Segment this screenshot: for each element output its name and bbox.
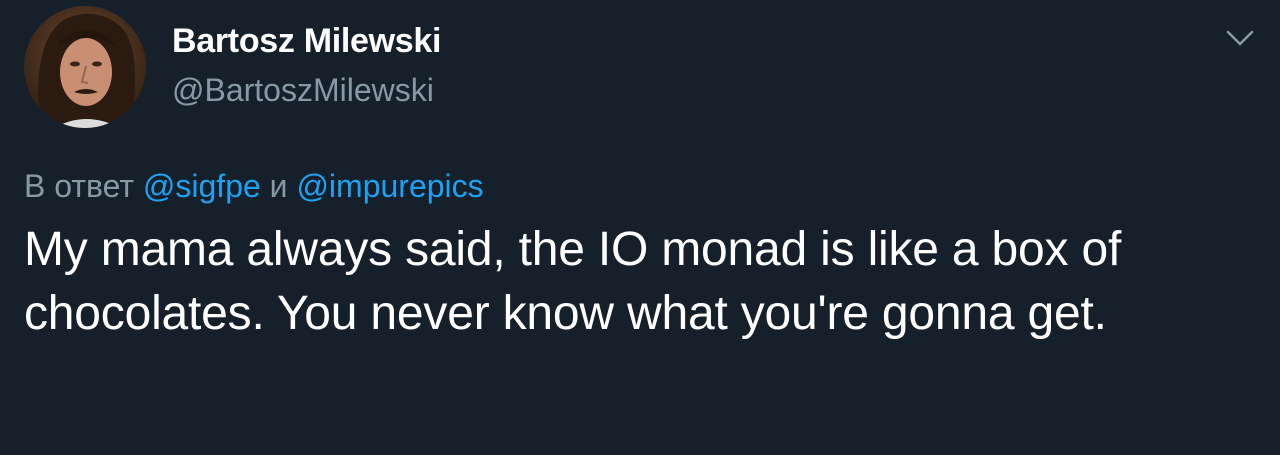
author-handle[interactable]: @BartoszMilewski — [172, 72, 434, 109]
reply-mention-sigfpe[interactable]: @sigfpe — [143, 168, 261, 204]
tweet-menu-button[interactable] — [1224, 24, 1256, 52]
tweet-card: Bartosz Milewski @BartoszMilewski В отве… — [0, 0, 1280, 455]
reply-context: В ответ @sigfpe и @impurepics — [24, 168, 484, 205]
reply-prefix: В ответ — [24, 168, 135, 204]
reply-mention-impurepics[interactable]: @impurepics — [296, 168, 483, 204]
chevron-down-icon — [1226, 30, 1254, 46]
reply-conjunction: и — [269, 168, 288, 204]
user-avatar-photo-icon — [24, 6, 146, 128]
tweet-text: My mama always said, the IO monad is lik… — [24, 223, 1122, 340]
author-display-name[interactable]: Bartosz Milewski — [172, 22, 441, 61]
author-avatar[interactable] — [24, 6, 146, 128]
